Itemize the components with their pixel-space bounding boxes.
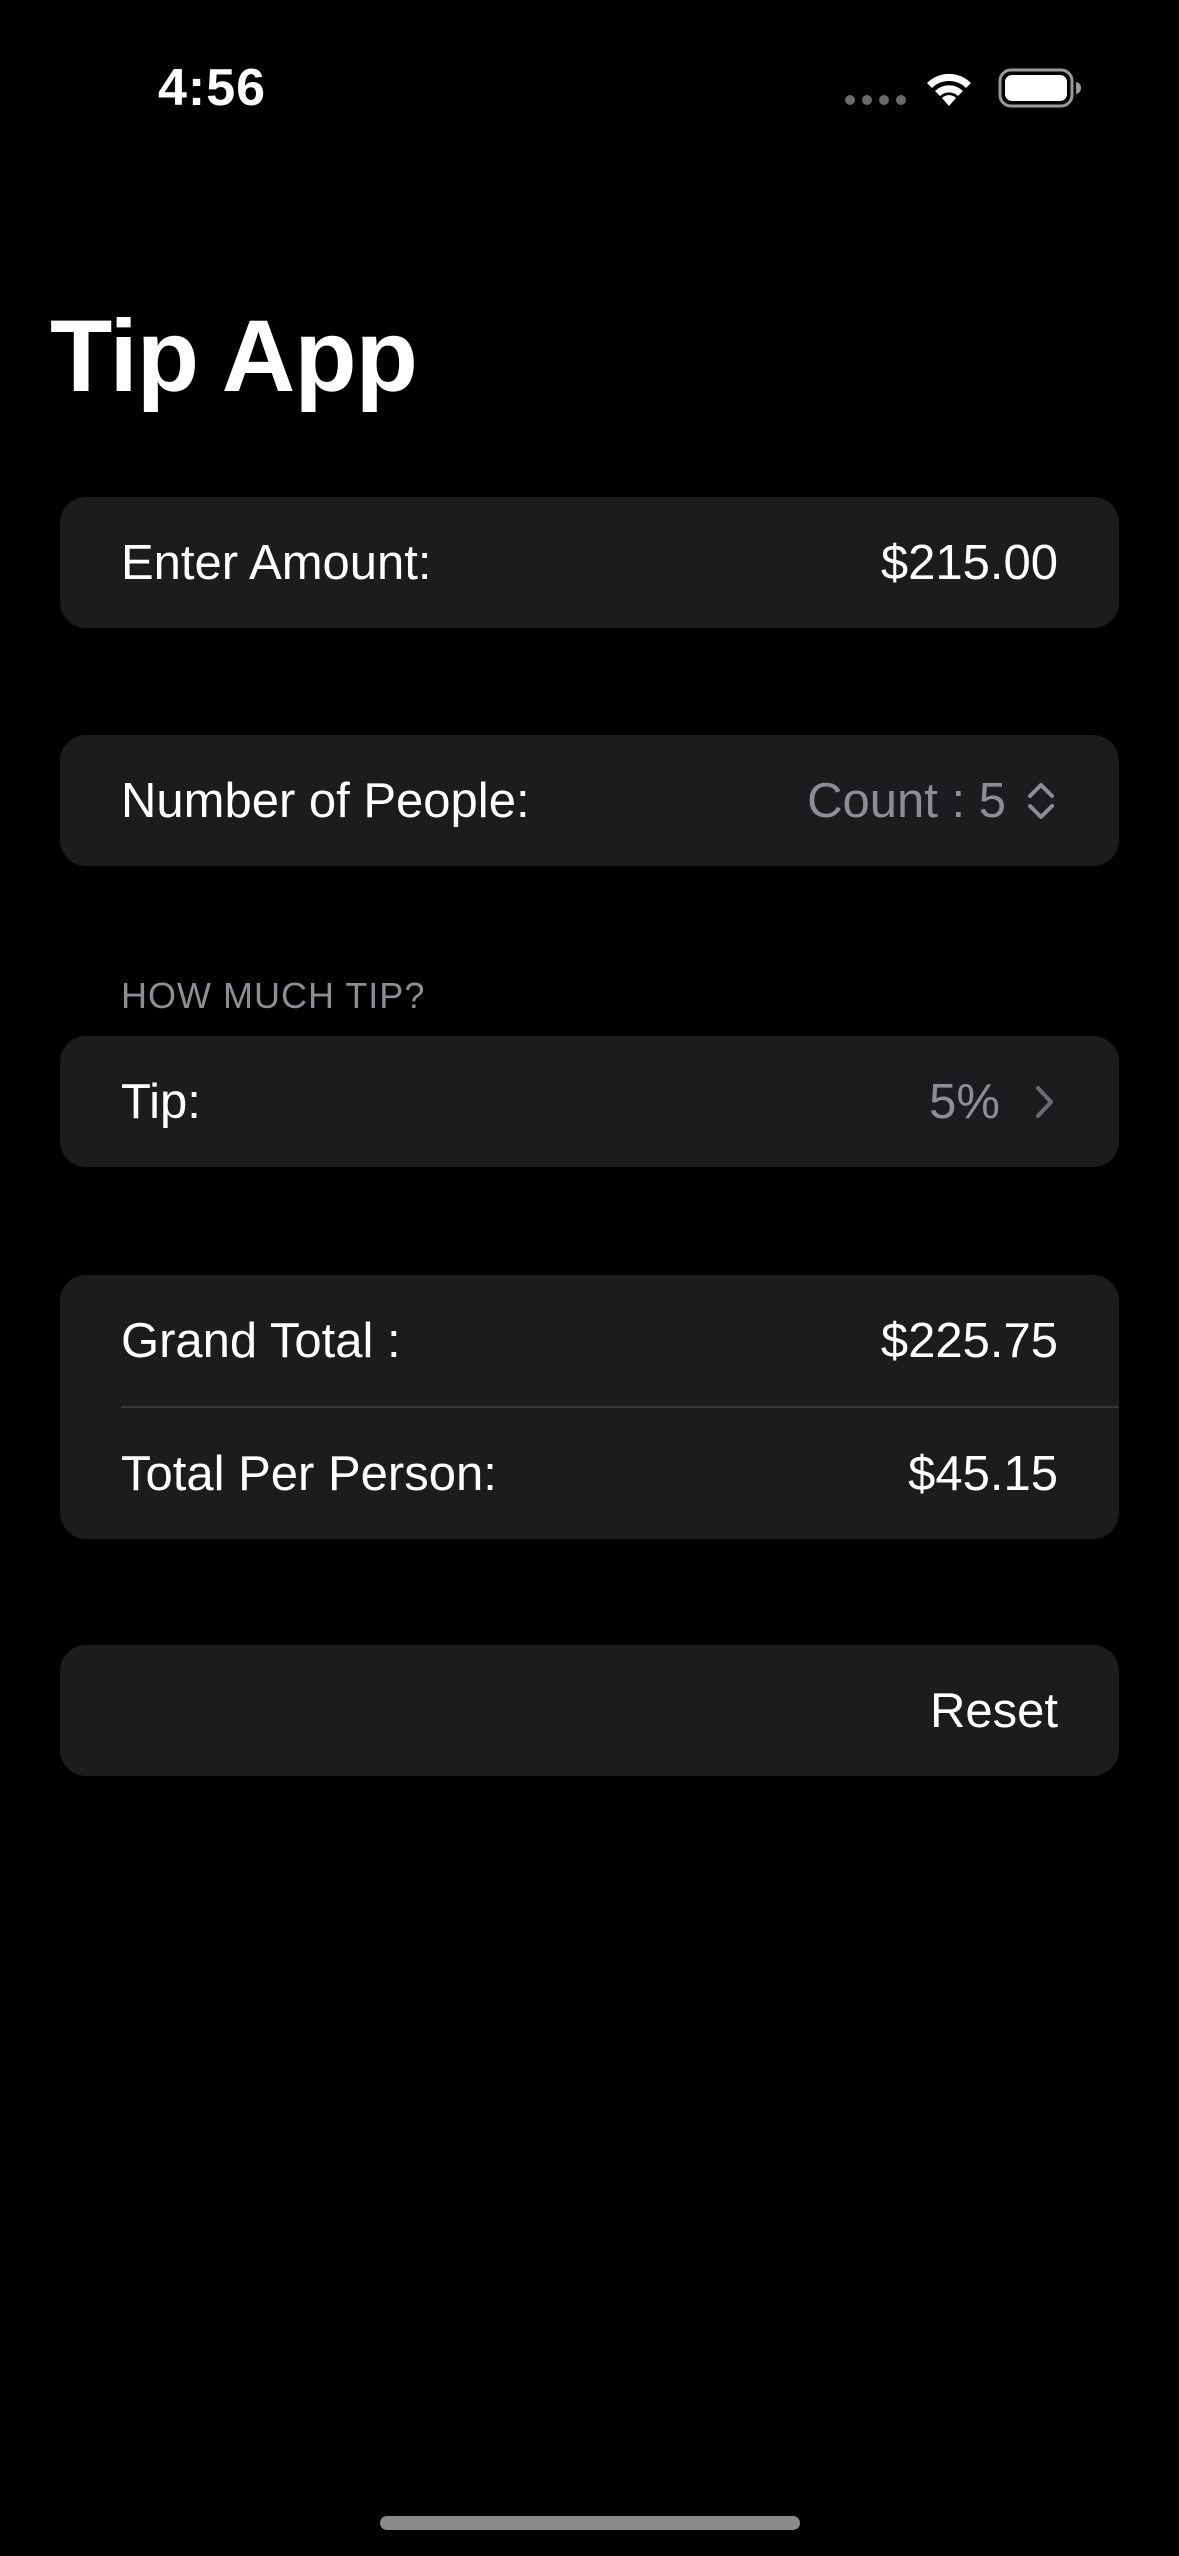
totals-card: Grand Total : $225.75 Total Per Person: … bbox=[60, 1275, 1119, 1539]
page-title: Tip App bbox=[50, 299, 418, 413]
amount-label: Enter Amount: bbox=[121, 535, 432, 590]
people-card: Number of People: Count : 5 bbox=[60, 735, 1119, 866]
tip-picker-row[interactable]: Tip: 5% bbox=[60, 1036, 1119, 1167]
amount-card: Enter Amount: $215.00 bbox=[60, 497, 1119, 628]
grand-total-label: Grand Total : bbox=[121, 1313, 401, 1368]
reset-button[interactable]: Reset bbox=[60, 1645, 1119, 1776]
tip-card: Tip: 5% bbox=[60, 1036, 1119, 1167]
reset-label: Reset bbox=[929, 1683, 1058, 1738]
status-time: 4:56 bbox=[158, 59, 267, 117]
amount-row[interactable]: Enter Amount: $215.00 bbox=[60, 497, 1119, 628]
battery-icon bbox=[998, 68, 1081, 108]
people-picker-row[interactable]: Number of People: Count : 5 bbox=[60, 735, 1119, 866]
per-person-value: $45.15 bbox=[908, 1446, 1058, 1501]
tip-value[interactable]: 5% bbox=[929, 1074, 1000, 1130]
people-count-value[interactable]: Count : 5 bbox=[807, 773, 1006, 829]
grand-total-row: Grand Total : $225.75 bbox=[60, 1275, 1119, 1406]
amount-input[interactable]: $215.00 bbox=[881, 535, 1058, 591]
people-label: Number of People: bbox=[121, 773, 530, 828]
home-indicator[interactable] bbox=[380, 2516, 800, 2530]
tip-label: Tip: bbox=[121, 1074, 201, 1129]
per-person-row: Total Per Person: $45.15 bbox=[60, 1408, 1119, 1539]
wifi-icon bbox=[927, 73, 971, 106]
chevron-up-down-icon[interactable] bbox=[1024, 779, 1058, 823]
per-person-label: Total Per Person: bbox=[121, 1446, 497, 1501]
tip-section-header: HOW MUCH TIP? bbox=[121, 975, 426, 1016]
grand-total-value: $225.75 bbox=[880, 1313, 1058, 1368]
reset-card: Reset bbox=[60, 1645, 1119, 1776]
cellular-signal-icon bbox=[845, 95, 906, 105]
chevron-right-icon bbox=[1036, 1085, 1053, 1118]
